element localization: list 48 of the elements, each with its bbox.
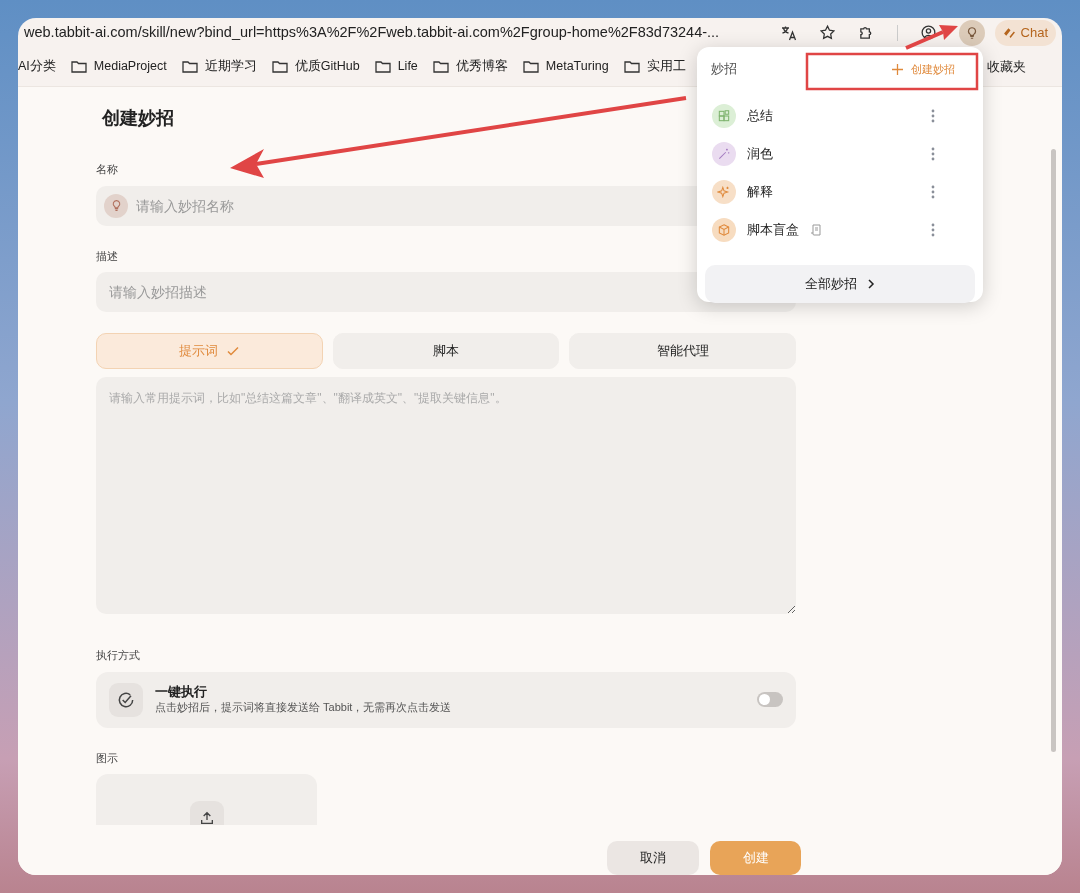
page-title: 创建妙招 bbox=[102, 108, 174, 128]
translate-icon[interactable] bbox=[780, 24, 797, 41]
all-skills-button[interactable]: 全部妙招 bbox=[705, 265, 975, 303]
folder-icon bbox=[623, 60, 640, 74]
folder-icon bbox=[181, 60, 198, 74]
check-icon bbox=[225, 344, 240, 358]
more-icon[interactable] bbox=[931, 147, 935, 161]
option-description: 点击妙招后，提示词将直接发送给 Tabbit，无需再次点击发送 bbox=[155, 700, 453, 715]
popup-title: 妙招 bbox=[710, 60, 737, 79]
folder-icon bbox=[432, 60, 449, 74]
more-icon[interactable] bbox=[931, 223, 935, 237]
address-bar-url[interactable]: web.tabbit-ai.com/skill/new?bind_url=https%3A%2F%2Fweb.tabbit-ai.com%2Fgroup-home%2F83d73244-... bbox=[18, 21, 767, 44]
tab[interactable]: 脚本 bbox=[332, 333, 560, 369]
lightbulb-button[interactable] bbox=[958, 19, 985, 46]
bookmark-item[interactable]: 近期学习 bbox=[181, 57, 257, 76]
folder-icon bbox=[374, 60, 391, 74]
bookmark-item[interactable]: MediaProject bbox=[70, 57, 167, 76]
cancel-button[interactable]: 取消 bbox=[607, 841, 699, 875]
field-label: 执行方式 bbox=[96, 648, 141, 663]
folder-icon bbox=[522, 60, 539, 74]
bookmark-item[interactable]: 优质GitHub bbox=[271, 57, 360, 76]
upload-icon bbox=[189, 801, 224, 825]
logo-icon bbox=[1002, 26, 1016, 40]
bookmark-item[interactable]: 优秀博客 bbox=[432, 57, 508, 76]
toggle-switch[interactable] bbox=[757, 692, 783, 707]
chat-button[interactable]: Chat bbox=[994, 19, 1056, 46]
scrollbar[interactable] bbox=[1051, 149, 1056, 752]
bookmark-item[interactable]: AI分类 bbox=[18, 57, 56, 76]
bookmark-item[interactable]: MetaTuring bbox=[522, 57, 609, 76]
menu-item[interactable]: 润色 bbox=[705, 135, 975, 173]
field-label: 名称 bbox=[96, 162, 119, 177]
chevron-right-icon bbox=[867, 279, 875, 289]
menu-item[interactable]: 总结 bbox=[705, 97, 975, 135]
bookmark-item[interactable]: Life bbox=[374, 57, 418, 76]
bookmark-item[interactable]: 收藏夹 bbox=[987, 56, 1026, 77]
more-icon[interactable] bbox=[931, 109, 935, 123]
tab[interactable]: 智能代理 bbox=[569, 333, 796, 369]
star-icon[interactable] bbox=[818, 24, 836, 42]
field-label: 图示 bbox=[96, 750, 119, 766]
bookmark-item[interactable]: 实用工 bbox=[623, 57, 686, 76]
prompt-textarea[interactable]: 请输入常用提示词，比如"总结这篇文章"、"翻译成英文"、"提取关键信息"。 bbox=[96, 377, 796, 614]
plus-icon bbox=[892, 63, 903, 75]
folder-icon bbox=[271, 60, 288, 74]
annotation-arrow bbox=[905, 25, 958, 50]
folder-icon bbox=[70, 60, 87, 74]
option-title: 一键执行 bbox=[155, 684, 208, 700]
field-label: 描述 bbox=[96, 248, 119, 264]
more-icon[interactable] bbox=[931, 185, 935, 199]
